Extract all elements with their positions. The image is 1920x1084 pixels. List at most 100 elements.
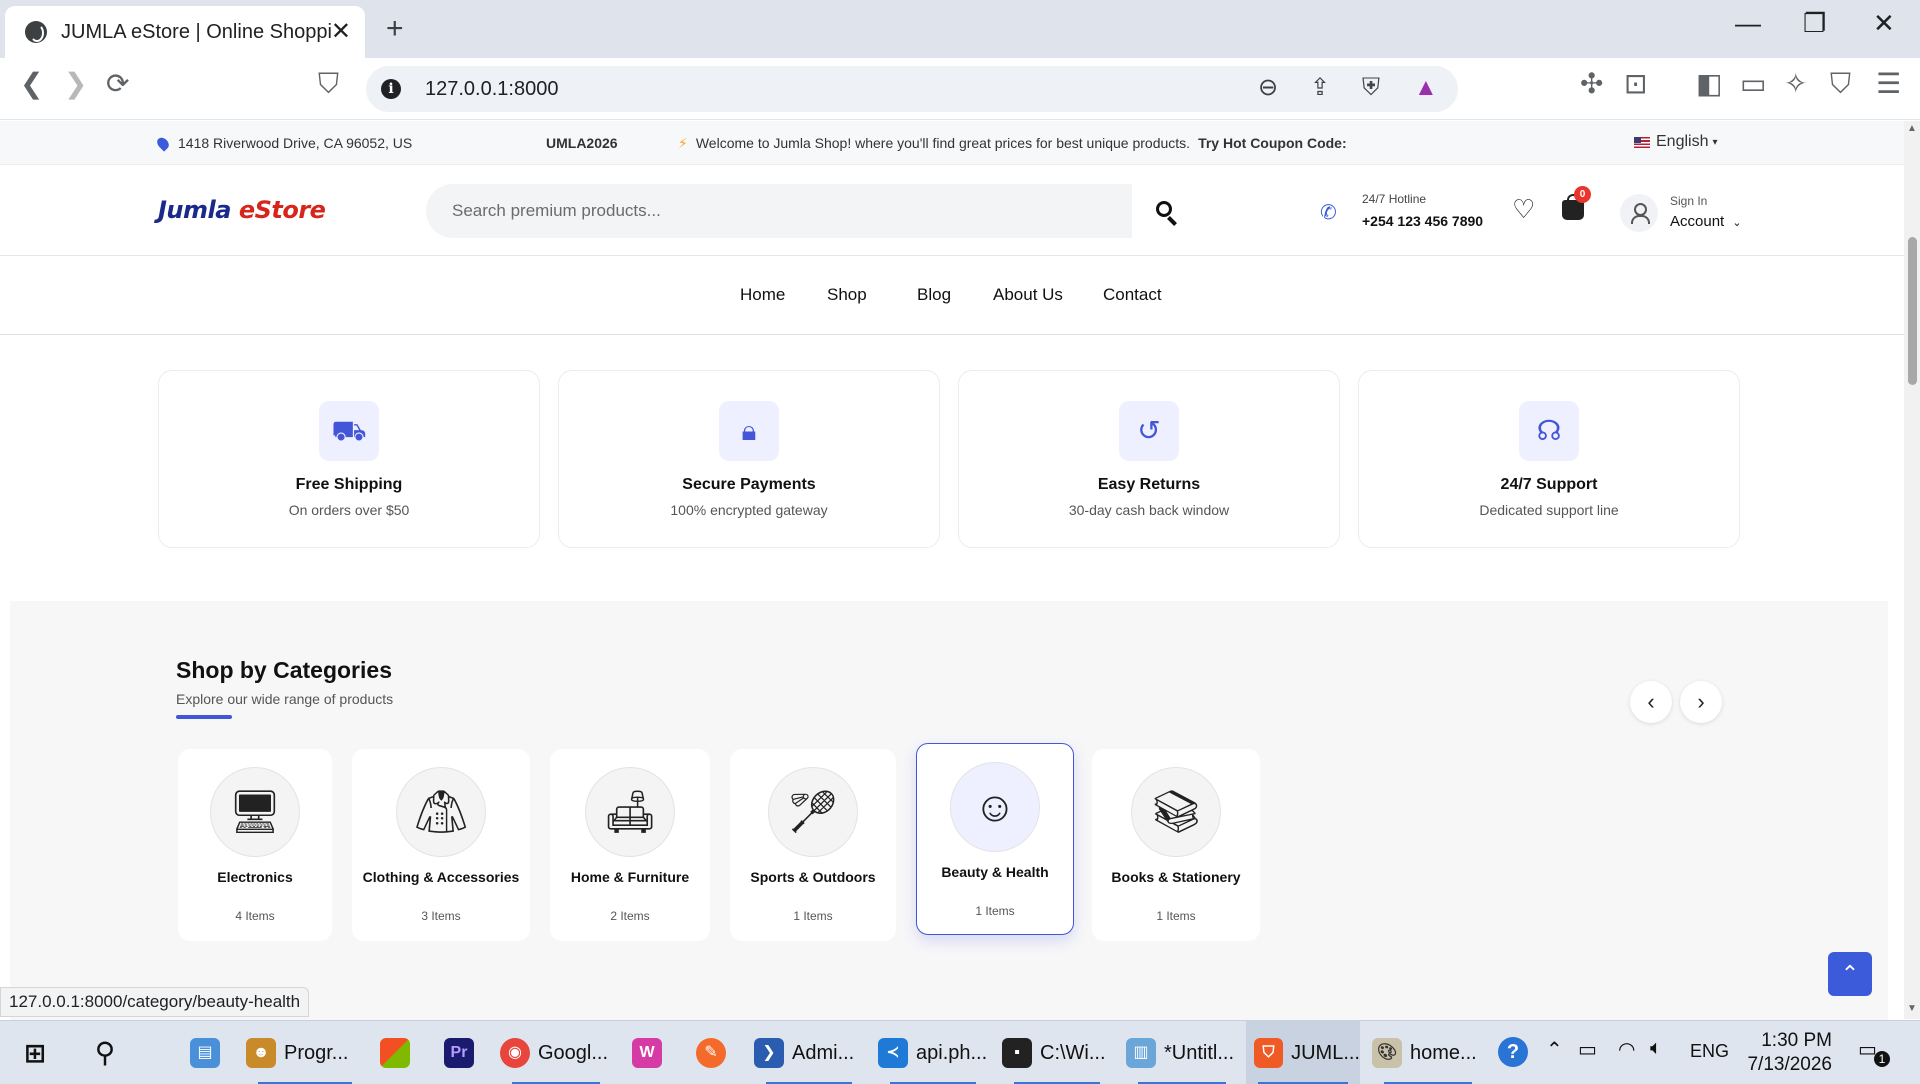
ai-icon[interactable]: ✧ [1784,70,1807,98]
category-card-books[interactable]: 📚︎ Books & Stationery 1 Items [1092,749,1260,941]
scroll-down-arrow-icon[interactable]: ▼ [1907,1003,1917,1014]
volume-icon[interactable]: 🔈︎ [1650,1037,1662,1060]
search-icon [1156,201,1172,217]
coupon-code-fragment: UMLA2026 [546,135,618,151]
minimize-button[interactable]: — [1735,10,1761,36]
hotline-number[interactable]: +254 123 456 7890 [1362,213,1483,229]
scrollbar-thumb[interactable] [1908,237,1917,385]
wifi-icon[interactable]: ◠ [1618,1037,1635,1062]
rewards-icon[interactable]: ▲ [1414,76,1438,100]
category-card-sports[interactable]: 🏸︎ Sports & Outdoors 1 Items [730,749,896,941]
chevron-up-icon[interactable]: ⌃ [1546,1037,1563,1062]
input-language[interactable]: ENG [1690,1041,1729,1062]
taskbar-app[interactable]: Pr [444,1021,474,1084]
zoom-out-icon[interactable]: ⊖ [1258,76,1278,100]
taskbar-app[interactable]: ☻ Progr... [246,1021,364,1084]
cart-count-badge: 0 [1574,186,1591,203]
sign-in-label[interactable]: Sign In [1670,194,1707,208]
taskbar-app[interactable]: ✎ [696,1021,726,1084]
reload-icon[interactable]: ⟳ [106,70,129,98]
address-bar[interactable]: i 127.0.0.1:8000 ⊖ ⇪ ⛨ ▲ [366,66,1458,112]
page-scrollbar[interactable]: ▲ ▼ [1904,121,1920,1019]
close-tab-icon[interactable]: ✕ [331,20,351,44]
vpn-icon[interactable]: ⛉ [1830,70,1851,98]
search-input[interactable] [452,201,1132,221]
site-info-icon[interactable]: i [381,79,401,99]
taskbar-app[interactable]: ▥ *Untitl... [1126,1021,1238,1084]
nav-blog[interactable]: Blog [917,285,951,305]
windows-icon: ⊞ [24,1038,46,1068]
brave-icon: ⛉ [1254,1038,1284,1068]
taskbar-app[interactable]: ≺ api.ph... [878,1021,988,1084]
app-icon: W [632,1038,662,1068]
face-icon: ☺ [950,762,1040,852]
window-close-button[interactable]: ✕ [1873,10,1895,36]
taskbar-app[interactable]: ◉ Googl... [500,1021,612,1084]
cart-icon[interactable] [1562,194,1584,220]
paint-icon: 🎨︎ [1372,1038,1402,1068]
taskbar-app[interactable]: 🎨︎ home... [1372,1021,1484,1084]
menu-icon[interactable]: ☰ [1876,70,1901,98]
search-button[interactable] [1150,196,1182,228]
notification-count-badge: 1 [1874,1051,1890,1067]
category-card-clothing[interactable]: 🧥︎ Clothing & Accessories 3 Items [352,749,530,941]
taskbar-app[interactable]: ▪ C:\Wi... [1002,1021,1112,1084]
share-icon[interactable]: ⇪ [1310,76,1330,100]
control-panel-icon: ▤ [190,1038,220,1068]
powershell-icon: ❯ [754,1038,784,1068]
new-tab-button[interactable]: + [386,14,404,44]
language-selector[interactable]: English ▾ [1634,133,1718,151]
phone-icon: ✆ [1320,202,1337,224]
battery-icon[interactable]: ▭ [1578,1037,1597,1062]
maximize-button[interactable]: ❐ [1803,10,1826,36]
carousel-prev-button[interactable]: ‹ [1630,681,1672,723]
app-icon: ☻ [246,1038,276,1068]
postman-icon: ✎ [696,1038,726,1068]
system-clock[interactable]: 1:30 PM 7/13/2026 [1732,1029,1832,1077]
store-icon [380,1038,410,1068]
category-card-beauty-health[interactable]: ☺ Beauty & Health 1 Items [916,743,1074,935]
hotline-label: 24/7 Hotline [1362,192,1427,206]
nav-about-us[interactable]: About Us [993,285,1063,305]
account-dropdown[interactable]: Account ⌄ [1670,213,1742,230]
wishlist-heart-icon[interactable]: ♡ [1512,196,1535,222]
start-button[interactable]: ⊞ [20,1021,50,1084]
reader-icon[interactable]: ⊡ [1624,70,1647,98]
help-icon[interactable]: ? [1498,1037,1528,1067]
wallet-icon[interactable]: ▭ [1740,70,1766,98]
taskbar-app[interactable]: W [632,1021,662,1084]
scroll-up-arrow-icon[interactable]: ▲ [1907,123,1917,134]
taskbar-app[interactable]: ▤ [190,1021,220,1084]
taskbar-search-button[interactable]: ⚲ [90,1021,120,1084]
url-text[interactable]: 127.0.0.1:8000 [425,78,558,101]
taskbar-app-active[interactable]: ⛉ JUML... [1246,1021,1360,1084]
back-icon[interactable]: ❮ [20,70,43,98]
brave-shield-icon[interactable]: ⛨ [1362,76,1380,100]
chrome-icon: ◉ [500,1038,530,1068]
nav-shop[interactable]: Shop [827,285,867,305]
browser-tab[interactable]: JUMLA eStore | Online Shopping ✕ [5,6,365,58]
carousel-next-button[interactable]: › [1680,681,1722,723]
browser-toolbar: ❮ ❯ ⟳ ⛉ i 127.0.0.1:8000 ⊖ ⇪ ⛨ ▲ ✣ ⊡ ◧ ▭… [0,58,1920,120]
features-row: ⛟ Free Shipping On orders over $50 🔒︎ Se… [158,370,1740,548]
taskbar-app[interactable] [380,1021,410,1084]
sidebar-icon[interactable]: ◧ [1696,70,1722,98]
forward-icon[interactable]: ❯ [64,70,87,98]
headset-icon: ☊ [1519,401,1579,461]
taskbar-app[interactable]: ❯ Admi... [754,1021,864,1084]
notepad-icon: ▥ [1126,1038,1156,1068]
truck-icon: ⛟ [319,401,379,461]
nav-home[interactable]: Home [740,285,785,305]
jacket-icon: 🧥︎ [396,767,486,857]
nav-contact[interactable]: Contact [1103,285,1162,305]
store-logo[interactable]: Jumla eStore [158,196,326,224]
scroll-to-top-button[interactable]: ⌃ [1828,952,1872,996]
books-icon: 📚︎ [1131,767,1221,857]
user-icon[interactable] [1620,194,1658,232]
category-card-electronics[interactable]: 🖥︎ Electronics 4 Items [178,749,332,941]
section-subtitle: Explore our wide range of products [176,691,394,707]
bookmark-icon[interactable]: ⛉ [318,70,339,98]
category-card-home-furniture[interactable]: 🛋︎ Home & Furniture 2 Items [550,749,710,941]
welcome-marquee: ⚡ Welcome to Jumla Shop! where you'll fi… [678,135,1350,151]
extensions-icon[interactable]: ✣ [1580,70,1603,98]
